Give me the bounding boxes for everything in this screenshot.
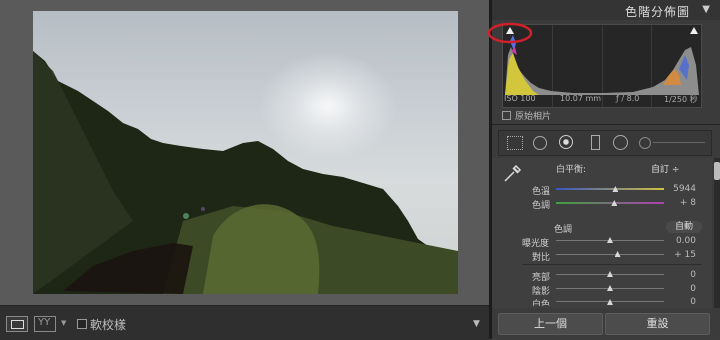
contrast-value[interactable]: + 15: [656, 250, 696, 260]
whites-label: 白色: [532, 300, 551, 306]
bottom-toolbar: YY ▼ 軟校樣 ▼: [0, 305, 489, 340]
exif-focal-length: 10.07 mm: [560, 94, 602, 103]
tone-separator: [522, 264, 702, 265]
radial-filter-icon[interactable]: [613, 135, 628, 150]
soft-proof-label: 軟校樣: [90, 318, 127, 332]
scrollbar-knob[interactable]: [714, 162, 720, 180]
exif-iso: ISO 100: [504, 94, 536, 103]
tint-slider-track[interactable]: [556, 202, 664, 204]
previous-button[interactable]: 上一個: [498, 313, 603, 335]
adjustment-brush-icon[interactable]: [639, 137, 651, 149]
shadows-value[interactable]: 0: [656, 284, 696, 294]
separator: [492, 124, 720, 125]
original-photo-toggle[interactable]: 原始相片: [502, 109, 551, 122]
white-balance-dropdown[interactable]: 自訂 ÷: [651, 162, 679, 175]
whites-value[interactable]: 0: [656, 297, 696, 306]
auto-tone-button[interactable]: 自動: [666, 221, 702, 233]
highlights-label: 亮部: [532, 273, 551, 283]
shadows-label: 陰影: [532, 287, 551, 297]
soft-proof-checkbox[interactable]: [77, 319, 87, 329]
tint-label: 色調: [532, 201, 551, 211]
white-balance-picker-icon[interactable]: [502, 162, 524, 184]
temp-value[interactable]: 5944: [656, 184, 696, 194]
before-after-icon: YY: [38, 317, 51, 328]
spot-removal-tool-icon[interactable]: [533, 136, 547, 150]
hill-silhouette: [33, 51, 458, 294]
tone-label: 色調: [554, 225, 573, 235]
original-photo-label: 原始相片: [515, 112, 552, 122]
exposure-value[interactable]: 0.00: [656, 236, 696, 246]
loupe-view-button[interactable]: [6, 316, 28, 332]
tint-value[interactable]: + 8: [656, 198, 696, 208]
collapse-icon[interactable]: ▼: [702, 4, 710, 15]
annotation-circle: [487, 22, 533, 44]
crop-tool-icon[interactable]: [507, 136, 523, 150]
temp-label: 色溫: [532, 187, 551, 197]
contrast-label: 對比: [532, 253, 551, 263]
exposure-label: 曝光度: [522, 239, 550, 249]
red-eye-tool-icon[interactable]: [559, 135, 573, 149]
histogram-header[interactable]: 色階分佈圖 ▼: [492, 0, 720, 20]
panel-scrollbar[interactable]: [714, 158, 720, 308]
photo-stage: [0, 0, 489, 305]
tool-strip: [498, 130, 712, 156]
landscape-photo: [33, 11, 458, 294]
before-after-button[interactable]: YY: [34, 316, 56, 332]
graduated-filter-icon[interactable]: [591, 135, 600, 150]
develop-panel: 色階分佈圖 ▼ ISO 100 10.07 mm ƒ / 8.0 1/250 秒…: [487, 0, 720, 339]
loupe-icon: [11, 320, 24, 329]
histogram-title: 色階分佈圖: [624, 5, 690, 19]
toolbar-menu-icon[interactable]: ▼: [473, 319, 480, 329]
exif-aperture: ƒ / 8.0: [616, 94, 640, 103]
before-after-dropdown-icon[interactable]: ▼: [61, 319, 66, 327]
contrast-slider-track[interactable]: [556, 254, 664, 255]
highlights-value[interactable]: 0: [656, 270, 696, 280]
temp-slider-track[interactable]: [556, 188, 664, 190]
white-balance-label: 白平衡:: [556, 165, 587, 175]
reset-button[interactable]: 重設: [605, 313, 710, 335]
brush-size-track: [653, 142, 705, 143]
exif-shutter: 1/250 秒: [664, 95, 698, 104]
original-photo-checkbox[interactable]: [502, 111, 511, 120]
